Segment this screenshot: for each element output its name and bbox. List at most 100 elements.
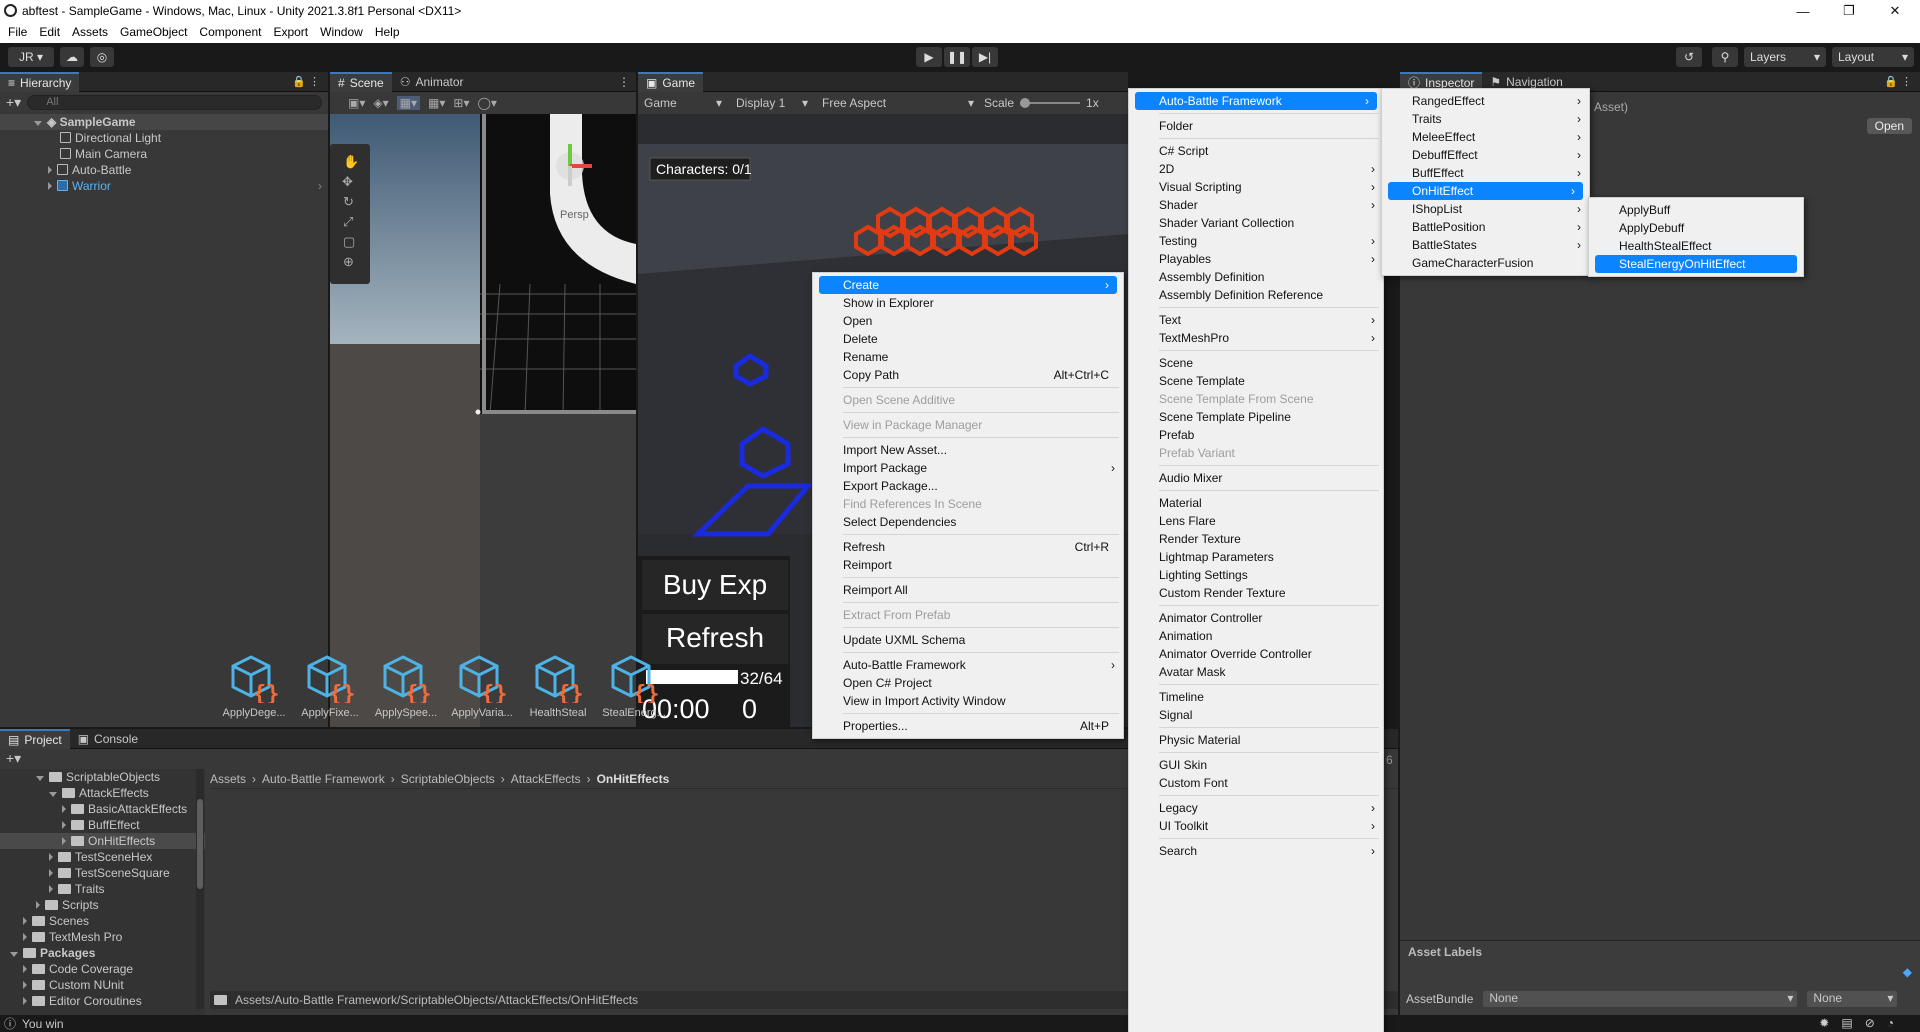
label-tag-icon[interactable]: ◆ bbox=[1903, 965, 1912, 979]
menu-item-playables[interactable]: Playables › bbox=[1129, 250, 1383, 268]
breadcrumb-item[interactable]: ScriptableObjects bbox=[401, 772, 495, 786]
menu-item-view-in-import-activity-window[interactable]: View in Import Activity Window bbox=[813, 692, 1123, 710]
menu-item-animator-override-controller[interactable]: Animator Override Controller bbox=[1129, 645, 1383, 663]
scene-viewport[interactable]: ✋ ✥ ↻ ⤢ ▢ ⊕ Persp bbox=[330, 114, 636, 727]
open-button[interactable]: Open bbox=[1866, 118, 1912, 134]
breadcrumb-item-current[interactable]: OnHitEffects bbox=[597, 772, 670, 786]
menu-item-reimport[interactable]: Reimport bbox=[813, 556, 1123, 574]
menu-item-buffeffect[interactable]: BuffEffect › bbox=[1382, 164, 1589, 182]
menu-item-update-uxml-schema[interactable]: Update UXML Schema bbox=[813, 631, 1123, 649]
refresh-game-button[interactable]: Refresh bbox=[666, 622, 764, 653]
menu-gameobject[interactable]: GameObject bbox=[120, 22, 187, 43]
snap-icon[interactable]: ▦▾ bbox=[428, 96, 445, 110]
menu-item-timeline[interactable]: Timeline bbox=[1129, 688, 1383, 706]
minimize-button[interactable]: — bbox=[1780, 0, 1826, 22]
hierarchy-item[interactable]: Auto-Battle bbox=[0, 162, 328, 178]
menu-item-render-texture[interactable]: Render Texture bbox=[1129, 530, 1383, 548]
menu-item-textmeshpro[interactable]: TextMeshPro › bbox=[1129, 329, 1383, 347]
asset-item[interactable]: {} ApplyDege... bbox=[221, 655, 287, 719]
menu-item-debuffeffect[interactable]: DebuffEffect › bbox=[1382, 146, 1589, 164]
expand-icon[interactable] bbox=[62, 805, 66, 813]
breadcrumb-item[interactable]: Auto-Battle Framework bbox=[262, 772, 385, 786]
menu-item-scene[interactable]: Scene bbox=[1129, 354, 1383, 372]
visibility-icon[interactable]: ◯▾ bbox=[477, 96, 496, 110]
menu-item-2d[interactable]: 2D › bbox=[1129, 160, 1383, 178]
expand-icon[interactable] bbox=[62, 821, 66, 829]
menu-item-select-dependencies[interactable]: Select Dependencies bbox=[813, 513, 1123, 531]
expand-icon[interactable] bbox=[10, 952, 18, 957]
play-button[interactable]: ▶ bbox=[916, 47, 942, 67]
menu-item-material[interactable]: Material bbox=[1129, 494, 1383, 512]
menu-item-applydebuff[interactable]: ApplyDebuff bbox=[1589, 219, 1803, 237]
close-button[interactable]: ✕ bbox=[1872, 0, 1918, 22]
folder-tree-item[interactable]: ScriptableObjects bbox=[0, 769, 205, 785]
asset-bundle-dropdown[interactable]: None ▾ bbox=[1483, 991, 1798, 1007]
menu-item-auto-battle-framework[interactable]: Auto-Battle Framework › bbox=[813, 656, 1123, 674]
layers-dropdown[interactable]: Layers ▾ bbox=[1744, 47, 1826, 67]
expand-icon[interactable] bbox=[48, 182, 52, 190]
menu-edit[interactable]: Edit bbox=[39, 22, 60, 43]
tab-game[interactable]: ▣ Game bbox=[638, 71, 704, 92]
menu-item-healthstealeffect[interactable]: HealthStealEffect bbox=[1589, 237, 1803, 255]
tab-console[interactable]: ▣ Console bbox=[70, 729, 146, 749]
lock-icon[interactable]: 🔒 ⋮ bbox=[1884, 75, 1912, 88]
menu-item-gui-skin[interactable]: GUI Skin bbox=[1129, 756, 1383, 774]
menu-item-c-script[interactable]: C# Script bbox=[1129, 142, 1383, 160]
menu-item-search[interactable]: Search › bbox=[1129, 842, 1383, 860]
asset-item[interactable]: {} HealthSteal bbox=[525, 655, 591, 719]
expand-icon[interactable] bbox=[62, 837, 66, 845]
display-mode-dropdown[interactable]: Game ▾ bbox=[640, 96, 726, 110]
menu-item-ui-toolkit[interactable]: UI Toolkit › bbox=[1129, 817, 1383, 835]
search-icon[interactable]: ⚲ bbox=[1712, 47, 1738, 67]
cloud-icon[interactable]: ☁ bbox=[60, 47, 84, 67]
menu-item-testing[interactable]: Testing › bbox=[1129, 232, 1383, 250]
folder-tree-item[interactable]: TextMesh Pro bbox=[0, 929, 205, 945]
folder-tree-item[interactable]: Scripts bbox=[0, 897, 205, 913]
menu-item-applybuff[interactable]: ApplyBuff bbox=[1589, 201, 1803, 219]
menu-item-refresh[interactable]: Refresh Ctrl+R bbox=[813, 538, 1123, 556]
tab-project[interactable]: ▤ Project bbox=[0, 728, 70, 749]
tree-scrollbar[interactable] bbox=[196, 769, 204, 1009]
folder-tree-item[interactable]: BasicAttackEffects bbox=[0, 801, 205, 817]
asset-variant-dropdown[interactable]: None ▾ bbox=[1807, 991, 1898, 1007]
expand-icon[interactable] bbox=[23, 965, 27, 973]
step-button[interactable]: ▶| bbox=[972, 47, 998, 67]
pause-button[interactable]: ❚❚ bbox=[944, 47, 970, 67]
breadcrumb-item[interactable]: Assets bbox=[210, 772, 246, 786]
kebab-menu-icon[interactable]: 🔒 ⋮ bbox=[292, 75, 320, 88]
menu-window[interactable]: Window bbox=[320, 22, 363, 43]
scale-slider[interactable] bbox=[1020, 98, 1081, 108]
menu-item-physic-material[interactable]: Physic Material bbox=[1129, 731, 1383, 749]
render-mode-icon[interactable]: ◈▾ bbox=[373, 96, 388, 110]
collab-icon[interactable]: ◎ bbox=[90, 47, 114, 67]
asset-item[interactable]: {} ApplyFixe... bbox=[297, 655, 363, 719]
hierarchy-item[interactable]: Directional Light bbox=[0, 130, 328, 146]
menu-item-import-package[interactable]: Import Package › bbox=[813, 459, 1123, 477]
aspect-dropdown[interactable]: Free Aspect ▾ bbox=[818, 96, 978, 110]
menu-item-rename[interactable]: Rename bbox=[813, 348, 1123, 366]
menu-item-create[interactable]: Create › bbox=[819, 276, 1117, 294]
tab-scene[interactable]: # Scene bbox=[330, 71, 392, 92]
menu-item-battlestates[interactable]: BattleStates › bbox=[1382, 236, 1589, 254]
menu-item-rangedeffect[interactable]: RangedEffect › bbox=[1382, 92, 1589, 110]
buy-exp-button[interactable]: Buy Exp bbox=[663, 569, 767, 600]
menu-item-show-in-explorer[interactable]: Show in Explorer bbox=[813, 294, 1123, 312]
expand-icon[interactable] bbox=[49, 853, 53, 861]
folder-tree-item[interactable]: OnHitEffects bbox=[0, 833, 205, 849]
expand-icon[interactable] bbox=[48, 166, 52, 174]
menu-item-animator-controller[interactable]: Animator Controller bbox=[1129, 609, 1383, 627]
folder-tree-item[interactable]: Code Coverage bbox=[0, 961, 205, 977]
expand-icon[interactable] bbox=[36, 901, 40, 909]
menu-item-traits[interactable]: Traits › bbox=[1382, 110, 1589, 128]
expand-icon[interactable] bbox=[34, 121, 42, 126]
menu-item-copy-path[interactable]: Copy Path Alt+Ctrl+C bbox=[813, 366, 1123, 384]
expand-icon[interactable] bbox=[23, 917, 27, 925]
menu-assets[interactable]: Assets bbox=[72, 22, 108, 43]
expand-icon[interactable] bbox=[49, 885, 53, 893]
history-icon[interactable]: ↺ bbox=[1676, 47, 1702, 67]
menu-item-reimport-all[interactable]: Reimport All bbox=[813, 581, 1123, 599]
menu-item-lighting-settings[interactable]: Lighting Settings bbox=[1129, 566, 1383, 584]
menu-item-export-package[interactable]: Export Package... bbox=[813, 477, 1123, 495]
menu-item-scene-template-pipeline[interactable]: Scene Template Pipeline bbox=[1129, 408, 1383, 426]
increment-icon[interactable]: ⊞▾ bbox=[453, 96, 469, 110]
